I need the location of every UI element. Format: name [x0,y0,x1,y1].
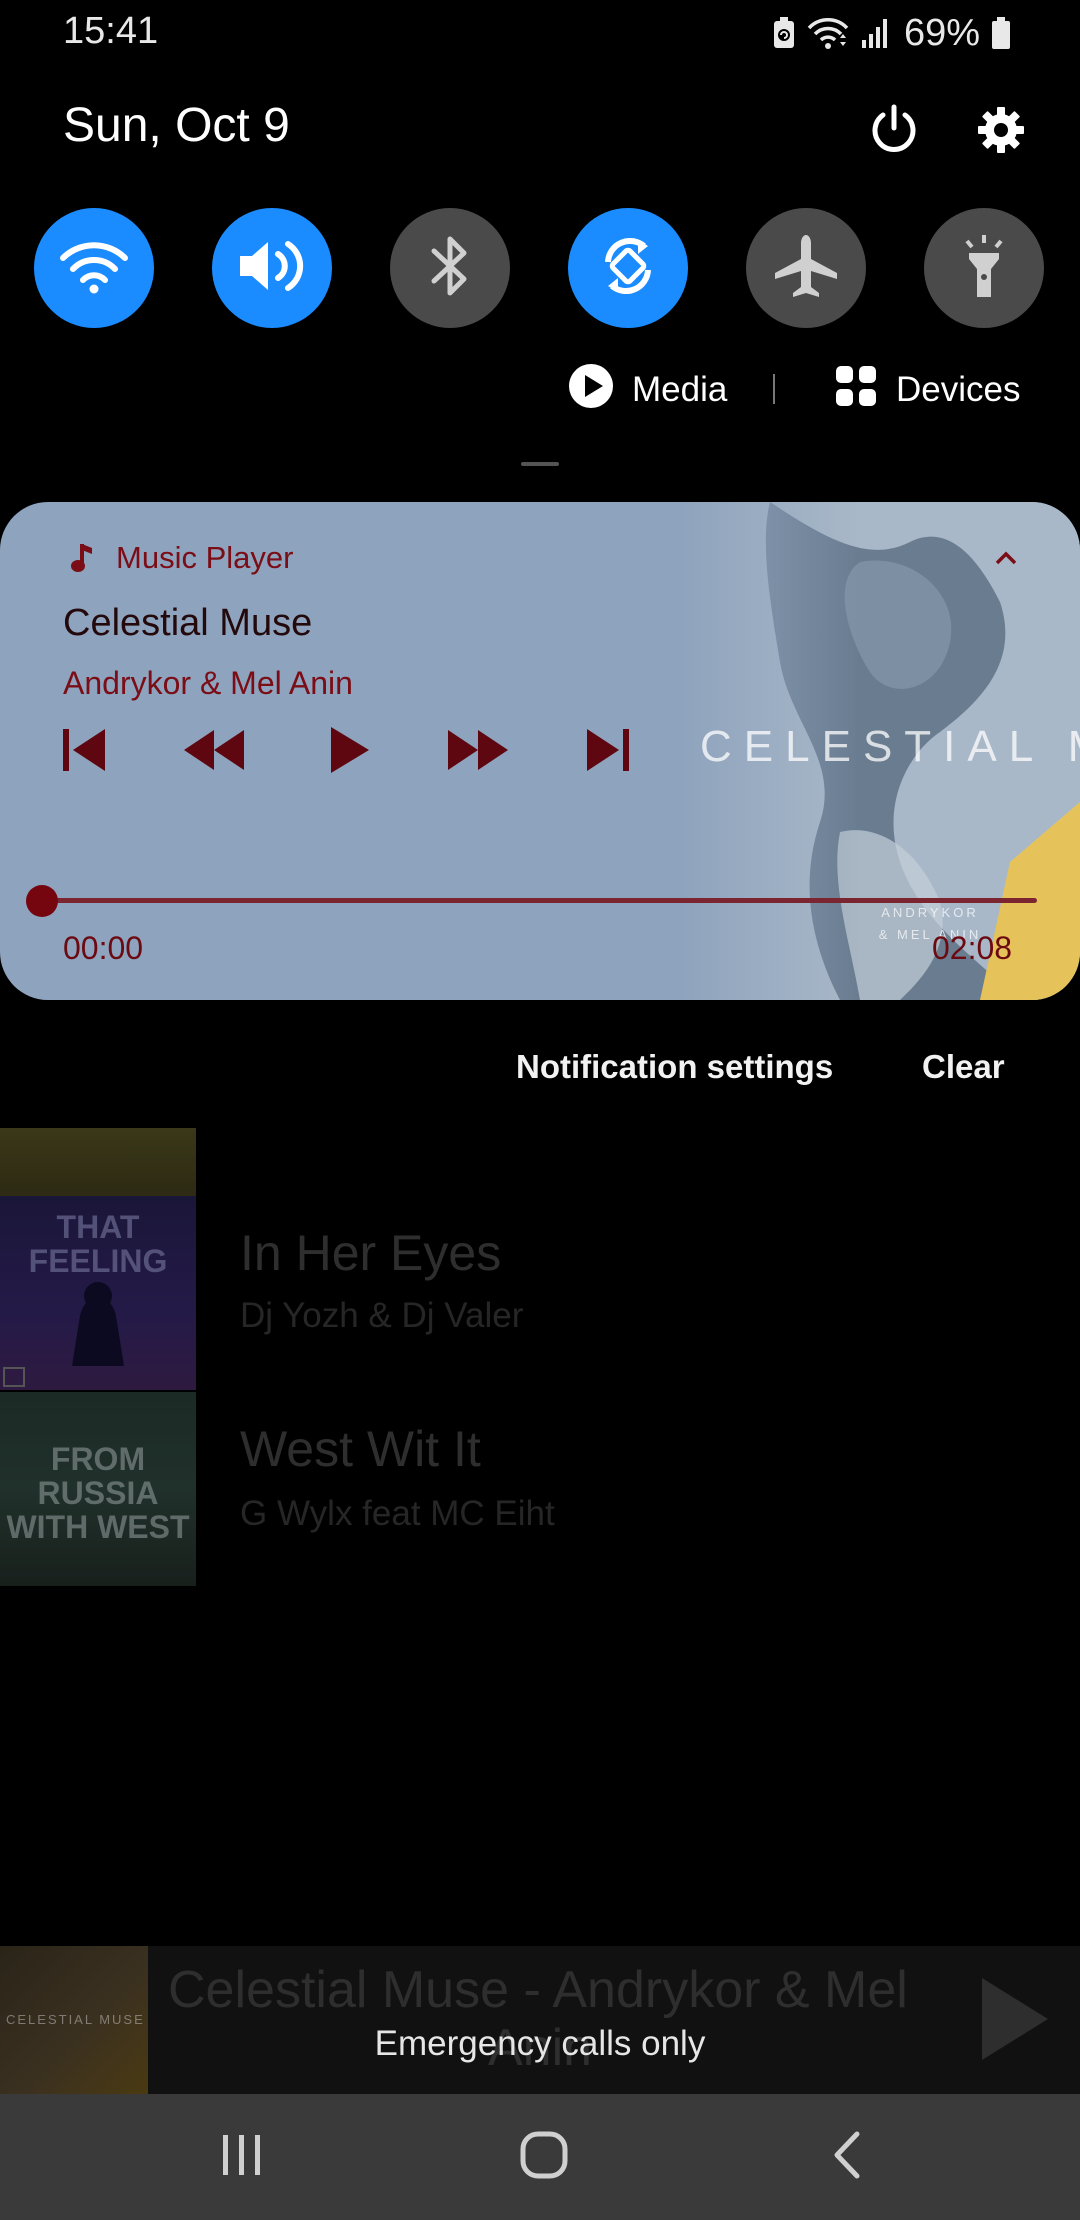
airplane-mode-toggle[interactable] [746,208,866,328]
media-notification[interactable]: CELESTIAL MU ANDRYKOR & MEL ANIN Music P… [0,502,1080,1000]
flashlight-icon [959,233,1009,304]
rewind-button[interactable] [174,720,254,784]
home-button[interactable] [504,2124,584,2190]
app-name: Music Player [116,540,294,575]
play-icon [329,725,371,780]
elapsed-time: 00:00 [63,930,144,966]
notification-shade: 15:41 69% Sun, Oct 9 Media Devices CELES… [0,0,1080,2220]
drag-handle[interactable] [521,462,559,466]
fast-forward-button[interactable] [438,720,518,784]
notification-footer: Notification settings Clear [0,1000,1080,1128]
album-thumbnail: FROM RUSSIA WITH WEST [0,1392,196,1586]
play-button[interactable] [310,720,390,784]
track-title[interactable]: West Wit It [240,1420,481,1478]
power-icon[interactable] [864,100,924,160]
total-time: 02:08 [932,930,1013,966]
bluetooth-toggle[interactable] [390,208,510,328]
status-time: 15:41 [63,10,159,52]
back-chevron-icon [829,2130,863,2185]
home-icon [519,2130,569,2185]
skip-previous-icon [61,727,107,778]
auto-rotate-icon [594,232,662,305]
flashlight-toggle[interactable] [924,208,1044,328]
devices-label: Devices [896,370,1021,409]
clear-button[interactable]: Clear [922,1048,1005,1086]
skip-next-icon [585,727,631,778]
back-button[interactable] [806,2124,886,2190]
media-button[interactable]: Media [568,362,727,418]
battery-saver-icon [772,16,796,50]
wifi-data-icon [806,16,850,50]
signal-icon [860,16,890,50]
emergency-calls-text: Emergency calls only [374,2024,706,2063]
music-note-icon [70,542,96,579]
mini-player-artwork: CELESTIAL MUSE [0,1946,148,2094]
media-label: Media [632,370,728,409]
track-artist: Dj Yozh & Dj Valer [240,1296,524,1335]
fast-forward-icon [446,728,510,777]
thumbnail-text: FROM RUSSIA WITH WEST [6,1441,190,1545]
media-devices-divider [773,374,775,404]
gear-icon[interactable] [971,100,1031,160]
battery-percent: 69% [903,11,980,54]
skip-previous-button[interactable] [44,720,124,784]
chevron-up-icon[interactable] [994,550,1018,571]
devices-button[interactable]: Devices [836,362,1020,418]
recents-icon [219,2133,265,2182]
status-icons: 69% [772,10,1012,56]
bluetooth-icon [428,233,472,304]
mini-player[interactable]: CELESTIAL MUSE Celestial Muse - Andrykor… [0,1946,1080,2094]
battery-icon [990,16,1012,50]
recents-button[interactable] [202,2124,282,2190]
play-circle-icon [568,363,614,418]
skip-next-button[interactable] [568,720,648,784]
mini-player-title: Celestial Muse - Andrykor & Mel [168,1961,908,2019]
quick-toggles [34,208,1046,328]
rewind-icon [182,728,246,777]
seek-thumb[interactable] [26,885,58,917]
volume-icon [236,236,308,301]
status-bar: 15:41 69% [0,0,1080,66]
artwork-title-text: CELESTIAL MU [700,722,1080,771]
airplane-icon [771,231,841,306]
auto-rotate-toggle[interactable] [568,208,688,328]
track-title[interactable]: In Her Eyes [240,1224,501,1282]
song-artist: Andrykor & Mel Anin [63,665,353,701]
seek-bar[interactable] [42,898,1037,903]
sound-toggle[interactable] [212,208,332,328]
devices-grid-icon [836,365,876,415]
date-label: Sun, Oct 9 [63,99,290,152]
album-thumbnail: THAT FEELING [0,1196,196,1390]
navigation-bar [0,2094,1080,2220]
wifi-icon [59,238,129,299]
track-artist: G Wylx feat MC Eiht [240,1494,555,1533]
notification-settings-button[interactable]: Notification settings [516,1048,833,1086]
song-title: Celestial Muse [63,602,313,644]
wifi-toggle[interactable] [34,208,154,328]
